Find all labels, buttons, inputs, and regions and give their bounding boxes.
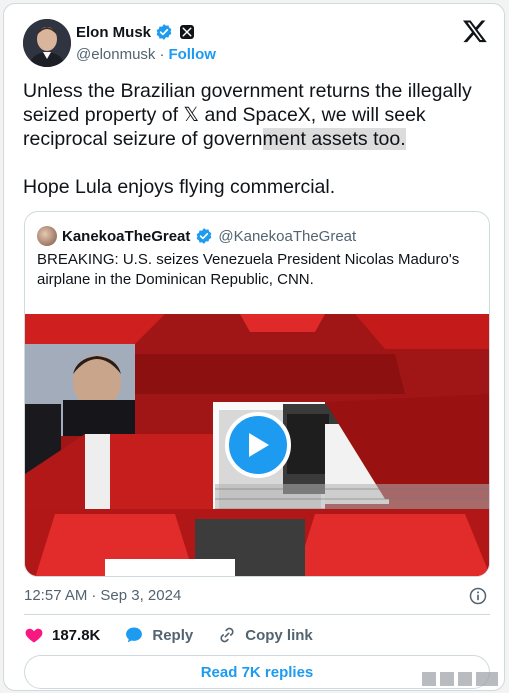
author-handle-row: @elonmusk · Follow — [76, 46, 216, 63]
tweet-paragraph-2: Hope Lula enjoys flying commercial. — [23, 176, 336, 198]
info-icon[interactable] — [468, 586, 488, 606]
x-badge-icon — [180, 25, 195, 39]
verified-icon — [156, 24, 172, 40]
tweet-highlight: ment assets too. — [262, 128, 406, 150]
avatar-image — [23, 19, 71, 67]
quote-author-name[interactable]: KanekoaTheGreat — [62, 228, 190, 245]
copy-link-label: Copy link — [245, 626, 313, 644]
reply-icon — [126, 627, 143, 643]
quote-text: BREAKING: U.S. seizes Venezuela Presiden… — [37, 251, 460, 288]
reply-button[interactable]: Reply — [124, 625, 193, 645]
author-handle[interactable]: @elonmusk — [76, 46, 155, 63]
like-count: 187.8K — [52, 626, 101, 644]
author-avatar[interactable] — [23, 19, 71, 67]
quote-author-handle[interactable]: @KanekoaTheGreat — [218, 228, 356, 245]
verified-icon — [197, 228, 212, 244]
separator-dot: · — [91, 587, 97, 604]
tweet-text: Unless the Brazilian government returns … — [23, 79, 493, 199]
quote-header: KanekoaTheGreat @KanekoaTheGreat — [37, 226, 356, 246]
like-button[interactable]: 187.8K — [24, 625, 100, 645]
heart-icon — [25, 628, 43, 643]
tweet-time[interactable]: 12:57 AM — [24, 587, 87, 604]
action-bar: 187.8K Reply Copy link — [24, 625, 337, 645]
timestamp[interactable]: 12:57 AM · Sep 3, 2024 — [24, 587, 181, 604]
video-thumbnail[interactable] — [25, 314, 489, 576]
author-name-row: Elon Musk — [76, 23, 195, 41]
tweet-paragraph-1: Unless the Brazilian government returns … — [23, 79, 493, 151]
x-logo-icon[interactable] — [462, 18, 488, 44]
play-button[interactable] — [225, 412, 291, 478]
follow-button[interactable]: Follow — [168, 46, 216, 63]
tweet-card: Elon Musk @elonmusk · Follow Unless the … — [3, 3, 505, 691]
tweet-date[interactable]: Sep 3, 2024 — [100, 587, 181, 604]
play-icon — [249, 433, 269, 457]
quote-avatar[interactable] — [37, 226, 57, 246]
watermark-logo — [422, 672, 498, 686]
link-icon — [220, 627, 234, 643]
author-name[interactable]: Elon Musk — [76, 24, 151, 41]
quoted-tweet[interactable]: KanekoaTheGreat @KanekoaTheGreat BREAKIN… — [24, 211, 490, 577]
separator-dot: · — [159, 46, 165, 63]
reply-label: Reply — [152, 626, 194, 644]
read-replies-button[interactable]: Read 7K replies — [24, 655, 490, 689]
copy-link-button[interactable]: Copy link — [217, 625, 313, 645]
divider — [24, 614, 490, 615]
